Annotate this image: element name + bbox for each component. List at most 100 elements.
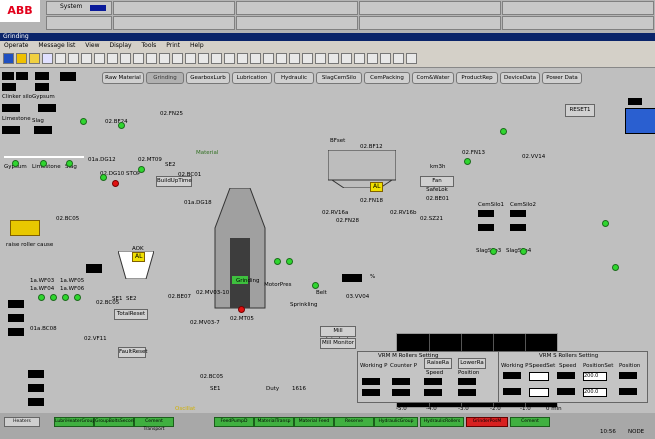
chart-icon[interactable] <box>211 53 222 64</box>
footer-materialtransp-button[interactable]: MaterialTransp <box>254 417 294 427</box>
chart-icon[interactable] <box>302 53 313 64</box>
mill-monitor-button[interactable]: Mill Monitor <box>320 338 356 349</box>
chart-icon[interactable] <box>315 53 326 64</box>
footer-hydraulic-rollers-button[interactable]: HydraulicRollers <box>420 417 464 427</box>
chart-icon[interactable] <box>354 53 365 64</box>
info-icon[interactable] <box>42 53 53 64</box>
speedset-input[interactable] <box>529 372 549 381</box>
lower-ra-button[interactable]: LowerRa <box>458 358 486 369</box>
tab-power-data[interactable]: Power Data <box>542 72 582 84</box>
buildup-time-button[interactable]: BuildUpTime <box>156 176 192 187</box>
mill-status-led <box>286 258 293 265</box>
position-set-input[interactable]: 200.0 <box>583 388 607 397</box>
raise-roller-label: raise roller cause <box>6 242 54 248</box>
trend-x-tick: -5.0 <box>396 406 407 412</box>
chart-icon[interactable] <box>380 53 391 64</box>
chart-icon[interactable] <box>328 53 339 64</box>
footer-material-feed-button[interactable]: Material Feed <box>294 417 334 427</box>
speedset-input[interactable] <box>529 388 549 397</box>
alarm-icon[interactable] <box>16 53 27 64</box>
list-icon[interactable] <box>55 53 66 64</box>
alarm-cell[interactable] <box>359 16 501 30</box>
raise-ra-button[interactable]: RaiseRa <box>424 358 452 369</box>
footer-grinderpos-button[interactable]: GrinderPosM <box>466 417 508 427</box>
alarm-cell[interactable] <box>502 1 654 15</box>
footer-feedpump-button[interactable]: FeedPumpD <box>214 417 254 427</box>
se2-label: SE2 <box>165 162 176 168</box>
menu-print[interactable]: Print <box>166 42 180 49</box>
doc-icon[interactable] <box>146 53 157 64</box>
tab-hydraulic[interactable]: Hydraulic <box>274 72 314 84</box>
position-set-input[interactable]: 200.0 <box>583 372 607 381</box>
grid-icon[interactable] <box>94 53 105 64</box>
chart-icon[interactable] <box>172 53 183 64</box>
menu-message-list[interactable]: Message list <box>38 42 75 49</box>
slagsilo3-label: SlagSilo3 <box>476 248 502 254</box>
tab-comwater[interactable]: Com&Water <box>412 72 454 84</box>
footer-groupbolts-button[interactable]: GroupBoltsSecond <box>94 417 136 427</box>
alarm-cell[interactable] <box>236 1 358 15</box>
limestone-status-led <box>40 160 47 167</box>
footer-heaters-button[interactable]: Heaters <box>4 417 40 427</box>
duty-label: Duty <box>266 386 280 392</box>
chart-icon[interactable] <box>185 53 196 64</box>
vrm-s-panel: VRM S Rollers Setting Working P SpeedSet… <box>498 351 648 403</box>
footer-bar: Heaters LubriHeaterGroup GroupBoltsSecon… <box>0 413 655 439</box>
alarm-cell[interactable] <box>113 16 235 30</box>
fault-reset-button[interactable]: FaultReset <box>118 347 148 358</box>
menu-operate[interactable]: Operate <box>4 42 28 49</box>
tab-raw-material[interactable]: Raw Material <box>102 72 144 84</box>
doc-icon[interactable] <box>159 53 170 64</box>
vv04-label: 03.VV04 <box>346 294 370 300</box>
list-icon[interactable] <box>68 53 79 64</box>
chart-icon[interactable] <box>224 53 235 64</box>
value-box <box>8 300 24 308</box>
menu-tools[interactable]: Tools <box>142 42 157 49</box>
chart-icon[interactable] <box>198 53 209 64</box>
list-icon[interactable] <box>81 53 92 64</box>
alarm-cell[interactable] <box>113 1 235 15</box>
chart-icon[interactable] <box>341 53 352 64</box>
alarm-cell[interactable] <box>236 16 358 30</box>
chart-icon[interactable] <box>276 53 287 64</box>
chart-icon[interactable] <box>263 53 274 64</box>
mill-interlock-button[interactable]: Mill Interlock <box>320 326 356 343</box>
footer-lubriheater-button[interactable]: LubriHeaterGroup <box>54 417 95 427</box>
menu-help[interactable]: Help <box>190 42 204 49</box>
chart-icon[interactable] <box>237 53 248 64</box>
be01-label: 02.BE01 <box>426 196 449 202</box>
menu-view[interactable]: View <box>85 42 99 49</box>
menu-display[interactable]: Display <box>109 42 131 49</box>
bc-label: 02.BC05 <box>56 216 80 222</box>
banner-cell[interactable] <box>46 16 112 30</box>
total-reset-button[interactable]: TotalReset <box>114 309 148 320</box>
warning-icon[interactable] <box>29 53 40 64</box>
alarm-cell[interactable] <box>359 1 501 15</box>
value-box <box>362 389 380 396</box>
footer-cement-transport-button[interactable]: Cement Transport <box>134 417 174 432</box>
tab-gearboxlurb[interactable]: GearboxLurb <box>186 72 230 84</box>
footer-hydraulic-group-button[interactable]: HydraulicGroup <box>374 417 418 427</box>
footer-cement-button[interactable]: Cement <box>510 417 550 427</box>
grid-icon[interactable] <box>107 53 118 64</box>
tab-productrep[interactable]: ProductRep <box>456 72 498 84</box>
reset-button[interactable]: RESET1 <box>565 104 595 117</box>
value-box <box>60 72 76 81</box>
tab-slagcemsilo[interactable]: SlagCemSilo <box>316 72 362 84</box>
back-icon[interactable] <box>3 53 14 64</box>
fan-safelok-button[interactable]: Fan SafeLok <box>420 176 454 193</box>
footer-reserve-button[interactable]: Reserve <box>334 417 374 427</box>
chart-icon[interactable] <box>367 53 378 64</box>
value-box <box>86 264 102 273</box>
trend-icon[interactable] <box>120 53 131 64</box>
chart-icon[interactable] <box>250 53 261 64</box>
tab-grinding[interactable]: Grinding <box>146 72 184 84</box>
chart-icon[interactable] <box>406 53 417 64</box>
tab-lubrication[interactable]: Lubrication <box>232 72 272 84</box>
trend-icon[interactable] <box>133 53 144 64</box>
tab-cempacking[interactable]: CemPacking <box>364 72 410 84</box>
chart-icon[interactable] <box>393 53 404 64</box>
chart-icon[interactable] <box>289 53 300 64</box>
alarm-cell[interactable] <box>502 16 654 30</box>
tab-devicedata[interactable]: DeviceData <box>500 72 540 84</box>
